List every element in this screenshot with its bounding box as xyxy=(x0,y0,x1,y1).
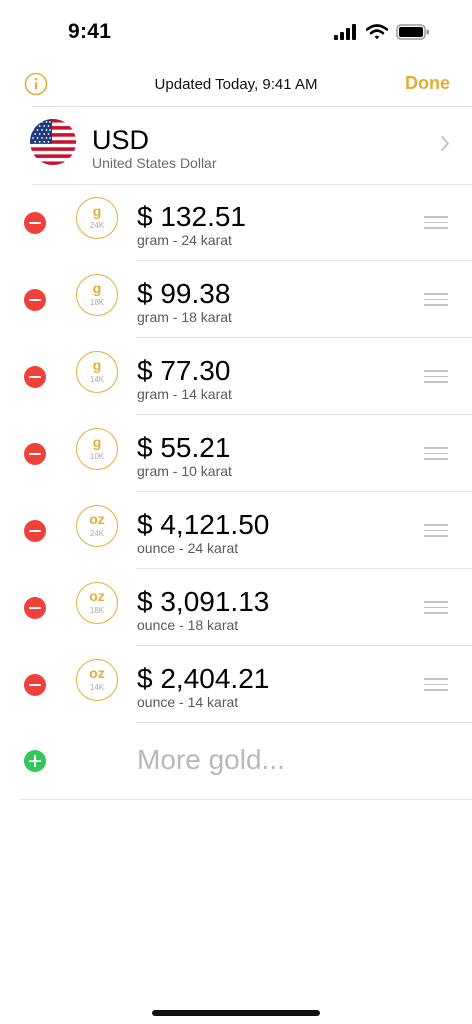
karat-label: 10K xyxy=(89,452,105,461)
karat-label: 24K xyxy=(89,221,105,230)
divider xyxy=(20,799,472,800)
wifi-icon xyxy=(366,24,388,40)
unit-symbol: g xyxy=(92,357,102,373)
delete-button[interactable] xyxy=(24,443,46,465)
currency-selector[interactable]: USD United States Dollar xyxy=(0,107,472,184)
delete-button[interactable] xyxy=(24,520,46,542)
list-item: oz 18K $ 3,091.13 ounce - 18 karat xyxy=(0,569,472,646)
unit-label: ounce - 24 karat xyxy=(137,540,239,556)
price-value: $ 132.51 xyxy=(137,201,246,232)
done-button[interactable]: Done xyxy=(405,73,450,94)
price-value: $ 99.38 xyxy=(137,278,231,309)
reorder-handle-icon[interactable] xyxy=(424,370,448,384)
unit-badge: oz 14K xyxy=(76,659,118,701)
list-item: g 10K $ 55.21 gram - 10 karat xyxy=(0,415,472,492)
list-item: g 18K $ 99.38 gram - 18 karat xyxy=(0,261,472,338)
unit-label: gram - 18 karat xyxy=(137,309,232,325)
chevron-right-icon xyxy=(441,136,449,151)
delete-button[interactable] xyxy=(24,597,46,619)
price-value: $ 77.30 xyxy=(137,355,231,386)
unit-badge: g 24K xyxy=(76,197,118,239)
karat-label: 18K xyxy=(89,606,105,615)
reorder-handle-icon[interactable] xyxy=(424,601,448,615)
unit-symbol: oz xyxy=(89,665,105,681)
us-flag-icon xyxy=(30,119,76,165)
unit-badge: g 18K xyxy=(76,274,118,316)
list-item: g 14K $ 77.30 gram - 14 karat xyxy=(0,338,472,415)
unit-symbol: oz xyxy=(89,511,105,527)
status-time: 9:41 xyxy=(68,20,112,43)
add-button[interactable] xyxy=(24,750,46,772)
nav-bar: Updated Today, 9:41 AM Done xyxy=(0,64,472,106)
list-item: oz 14K $ 2,404.21 ounce - 14 karat xyxy=(0,646,472,723)
gold-price-list: g 24K $ 132.51 gram - 24 karat g 18K $ 9… xyxy=(0,184,472,723)
karat-label: 14K xyxy=(89,683,105,692)
unit-symbol: g xyxy=(92,434,102,450)
cellular-signal-icon xyxy=(334,24,356,40)
karat-label: 14K xyxy=(89,375,105,384)
unit-symbol: g xyxy=(92,203,102,219)
karat-label: 24K xyxy=(89,529,105,538)
delete-button[interactable] xyxy=(24,674,46,696)
unit-symbol: oz xyxy=(89,588,105,604)
battery-icon xyxy=(396,24,429,40)
karat-label: 18K xyxy=(89,298,105,307)
home-indicator[interactable] xyxy=(152,1010,320,1016)
page-title: Updated Today, 9:41 AM xyxy=(154,76,318,93)
reorder-handle-icon[interactable] xyxy=(424,678,448,692)
unit-label: ounce - 14 karat xyxy=(137,694,239,710)
price-value: $ 4,121.50 xyxy=(137,509,270,540)
unit-symbol: g xyxy=(92,280,102,296)
delete-button[interactable] xyxy=(24,289,46,311)
add-gold-row[interactable]: More gold... xyxy=(0,723,472,799)
add-gold-label: More gold... xyxy=(137,744,285,775)
price-value: $ 2,404.21 xyxy=(137,663,270,694)
status-icons xyxy=(334,24,430,40)
unit-badge: oz 18K xyxy=(76,582,118,624)
currency-code: USD xyxy=(92,125,150,155)
reorder-handle-icon[interactable] xyxy=(424,293,448,307)
list-item: oz 24K $ 4,121.50 ounce - 24 karat xyxy=(0,492,472,569)
unit-label: gram - 10 karat xyxy=(137,463,232,479)
unit-badge: g 14K xyxy=(76,351,118,393)
delete-button[interactable] xyxy=(24,212,46,234)
unit-label: gram - 24 karat xyxy=(137,232,232,248)
unit-label: ounce - 18 karat xyxy=(137,617,239,633)
list-item: g 24K $ 132.51 gram - 24 karat xyxy=(0,184,472,261)
unit-label: gram - 14 karat xyxy=(137,386,232,402)
status-bar: 9:41 xyxy=(0,0,472,64)
price-value: $ 3,091.13 xyxy=(137,586,270,617)
unit-badge: g 10K xyxy=(76,428,118,470)
delete-button[interactable] xyxy=(24,366,46,388)
reorder-handle-icon[interactable] xyxy=(424,216,448,230)
currency-name: United States Dollar xyxy=(92,155,217,171)
unit-badge: oz 24K xyxy=(76,505,118,547)
reorder-handle-icon[interactable] xyxy=(424,524,448,538)
reorder-handle-icon[interactable] xyxy=(424,447,448,461)
price-value: $ 55.21 xyxy=(137,432,231,463)
